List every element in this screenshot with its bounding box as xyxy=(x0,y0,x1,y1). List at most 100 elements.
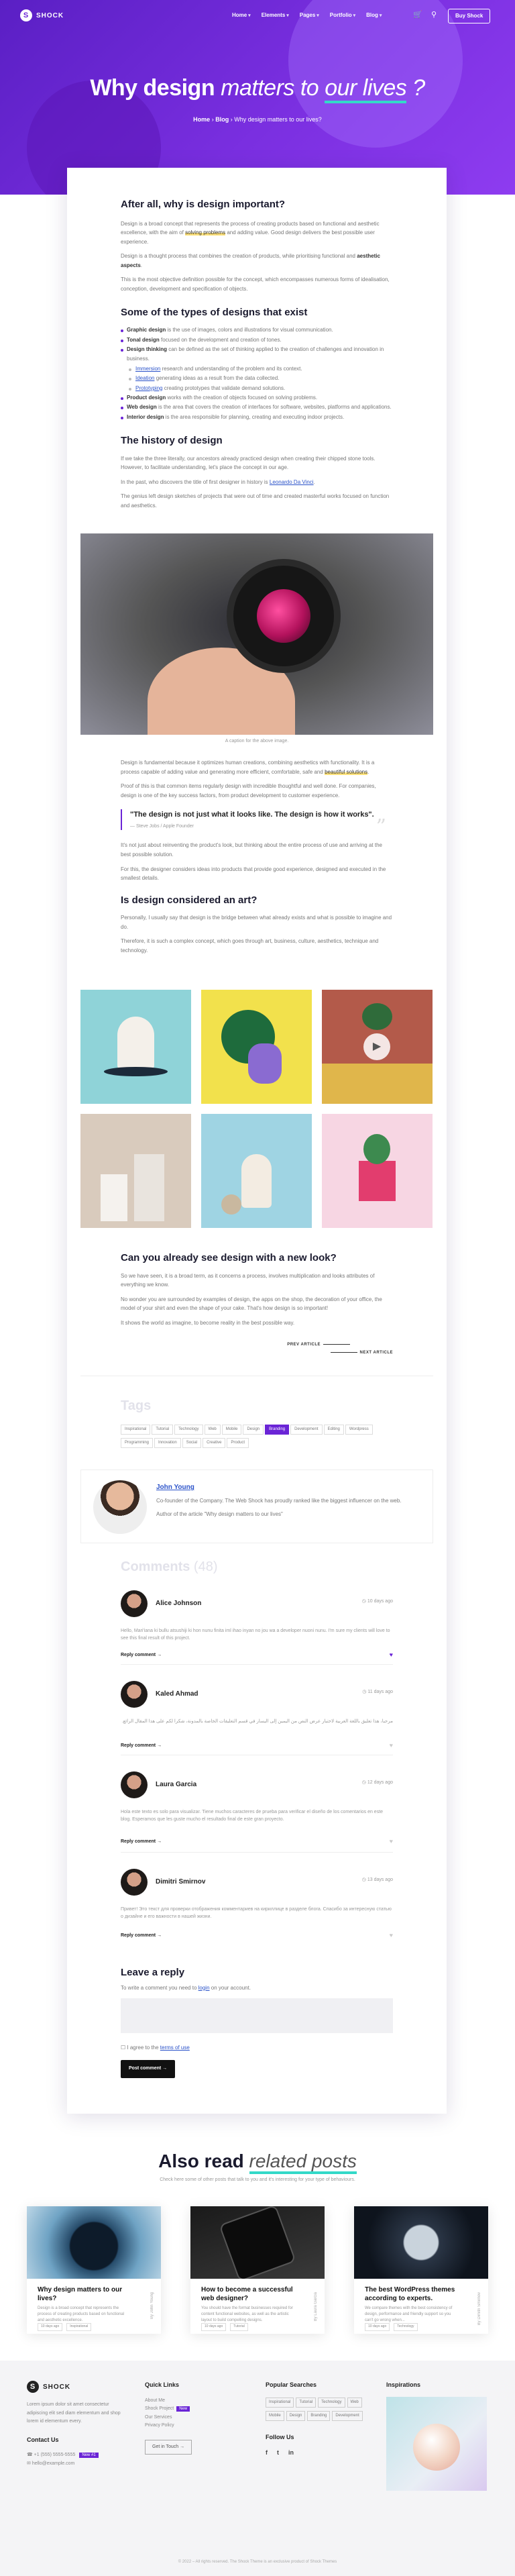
reply-button[interactable]: Reply comment → xyxy=(121,1839,162,1846)
heart-icon[interactable]: ♥ xyxy=(390,1931,393,1941)
article-main-image xyxy=(80,533,433,735)
article-intro: After all, why is design important? Desi… xyxy=(121,198,393,511)
facebook-icon[interactable]: f xyxy=(266,2449,268,2458)
gallery-video[interactable]: ▶ xyxy=(322,990,433,1104)
tag[interactable]: Development xyxy=(290,1425,323,1435)
popular-tag[interactable]: Technology xyxy=(318,2397,345,2408)
page-title: Why design matters to our lives ? xyxy=(0,71,515,105)
post-comment-button[interactable]: Post comment → xyxy=(121,2060,176,2078)
heading-art: Is design considered an art? xyxy=(121,894,258,906)
hero-banner: S SHOCK Home Elements Pages Portfolio Bl… xyxy=(0,0,515,195)
popular-tag[interactable]: Development xyxy=(332,2410,363,2421)
tag-active[interactable]: Branding xyxy=(265,1425,290,1435)
list-item: Ideation generating ideas as a result fr… xyxy=(121,374,393,383)
prev-article-link[interactable]: PREV ARTICLE xyxy=(287,1342,353,1348)
heart-icon[interactable]: ♥ xyxy=(390,1651,393,1660)
popular-tag[interactable]: Inspirational xyxy=(266,2397,294,2408)
menu-item-pages[interactable]: Pages xyxy=(300,11,319,20)
footer-link[interactable]: Our Services xyxy=(145,2414,245,2422)
footer-link[interactable]: Privacy Policy xyxy=(145,2422,245,2430)
heart-icon[interactable]: ♥ xyxy=(390,1741,393,1751)
list-item: Immersion research and understanding of … xyxy=(121,364,393,374)
gallery-image[interactable] xyxy=(322,1114,433,1228)
tag[interactable]: Innovation xyxy=(154,1438,181,1448)
twitter-icon[interactable]: t xyxy=(277,2449,279,2458)
gallery-image[interactable] xyxy=(80,990,191,1104)
paragraph: Proof of this is that common items regul… xyxy=(121,783,376,798)
popular-tag[interactable]: Branding xyxy=(307,2410,331,2421)
tag[interactable]: Tutorial xyxy=(152,1425,174,1435)
tag[interactable]: Web xyxy=(204,1425,221,1435)
gallery-image[interactable] xyxy=(80,1114,191,1228)
comment-text: مرحبا، هذا تعليق باللغة العربية لاختبار … xyxy=(121,1719,393,1724)
footer-link[interactable]: About Me xyxy=(145,2397,245,2406)
footer-logo[interactable]: S SHOCK xyxy=(27,2381,127,2393)
davinci-link[interactable]: Leonardo Da Vinci xyxy=(270,479,314,485)
tag[interactable]: Creative xyxy=(203,1438,226,1448)
popular-tag[interactable]: Web xyxy=(347,2397,362,2408)
breadcrumb-home[interactable]: Home xyxy=(193,116,210,123)
heart-icon[interactable]: ♥ xyxy=(390,1837,393,1847)
related-post-excerpt: You should have the format businesses re… xyxy=(201,2306,293,2322)
paragraph: Design is fundamental because it optimiz… xyxy=(121,760,375,775)
list-item: Tonal design focused on the development … xyxy=(121,336,393,345)
gallery-image[interactable] xyxy=(201,990,312,1104)
paragraph: Design is a thought process that combine… xyxy=(121,253,380,268)
tag[interactable]: Product xyxy=(227,1438,249,1448)
paragraph: The genius left design sketches of proje… xyxy=(121,493,390,509)
popular-tag[interactable]: Mobile xyxy=(266,2410,284,2421)
image-caption: A caption for the above image. xyxy=(225,739,289,743)
cart-icon[interactable]: 🛒 xyxy=(413,9,422,21)
tag[interactable]: Design xyxy=(243,1425,264,1435)
menu-item-home[interactable]: Home xyxy=(232,11,251,20)
footer-link[interactable]: Shock Project New xyxy=(145,2405,245,2414)
breadcrumb-blog[interactable]: Blog xyxy=(215,116,229,123)
terms-checkbox[interactable]: ☐ I agree to the terms of use xyxy=(121,2043,190,2053)
comment-textarea[interactable] xyxy=(121,1998,393,2033)
footer-email[interactable]: ✉ hello@example.com xyxy=(27,2460,127,2469)
footer-inspirations: Inspirations xyxy=(386,2381,494,2491)
get-in-touch-button[interactable]: Get in Touch → xyxy=(145,2439,192,2455)
blockquote: "The design is not just what it looks li… xyxy=(121,809,393,839)
footer-about: S SHOCK Lorem ipsum dolor sit amet consec… xyxy=(27,2381,127,2468)
heading-importance: After all, why is design important? xyxy=(121,199,286,210)
heading-types: Some of the types of designs that exist xyxy=(121,306,308,318)
menu-item-elements[interactable]: Elements xyxy=(262,11,289,20)
menu-item-blog[interactable]: Blog xyxy=(366,11,382,20)
linkedin-icon[interactable]: in xyxy=(288,2449,294,2458)
tag[interactable]: Technology xyxy=(174,1425,203,1435)
paragraph: Personally, I usually say that design is… xyxy=(121,915,392,930)
tag[interactable]: Editing xyxy=(323,1425,344,1435)
avatar xyxy=(121,1869,148,1896)
tag[interactable]: Social xyxy=(182,1438,202,1448)
paragraph: Therefore, it is such a complex concept,… xyxy=(121,938,379,954)
title-bold: Why design xyxy=(90,75,215,101)
paragraph: If we take the three literally, our ance… xyxy=(121,455,376,471)
tag[interactable]: Wordpress xyxy=(345,1425,373,1435)
gallery-image[interactable] xyxy=(201,1114,312,1228)
author-name[interactable]: John Young xyxy=(156,1482,411,1492)
login-link[interactable]: login xyxy=(198,1985,210,1991)
buy-button[interactable]: Buy Shock xyxy=(448,9,491,23)
site-logo[interactable]: S SHOCK xyxy=(20,9,64,21)
paragraph: It's not just about reinventing the prod… xyxy=(121,842,382,858)
reply-button[interactable]: Reply comment → xyxy=(121,1652,162,1659)
play-icon[interactable]: ▶ xyxy=(363,1033,390,1060)
tag[interactable]: Programming xyxy=(121,1438,154,1448)
footer-quick-links: Quick Links About Me Shock Project New Ou… xyxy=(145,2381,245,2455)
tag[interactable]: Mobile xyxy=(221,1425,242,1435)
reply-button[interactable]: Reply comment → xyxy=(121,1743,162,1750)
popular-tag[interactable]: Tutorial xyxy=(296,2397,317,2408)
related-post-card[interactable]: How to become a successful web designer?… xyxy=(190,2206,325,2334)
next-article-link[interactable]: NEXT ARTICLE xyxy=(328,1350,393,1356)
related-post-card[interactable]: The best WordPress themes according to e… xyxy=(354,2206,488,2334)
popular-tag[interactable]: Design xyxy=(286,2410,306,2421)
menu-item-portfolio[interactable]: Portfolio xyxy=(330,11,355,20)
related-post-excerpt: Design is a broad concept that represent… xyxy=(38,2306,125,2322)
inspiration-image[interactable] xyxy=(386,2396,487,2491)
divider xyxy=(121,1664,393,1665)
reply-button[interactable]: Reply comment → xyxy=(121,1933,162,1940)
tag[interactable]: Inspirational xyxy=(121,1425,151,1435)
search-icon[interactable]: ⚲ xyxy=(431,9,437,21)
related-post-card[interactable]: Why design matters to our lives? Design … xyxy=(27,2206,161,2334)
